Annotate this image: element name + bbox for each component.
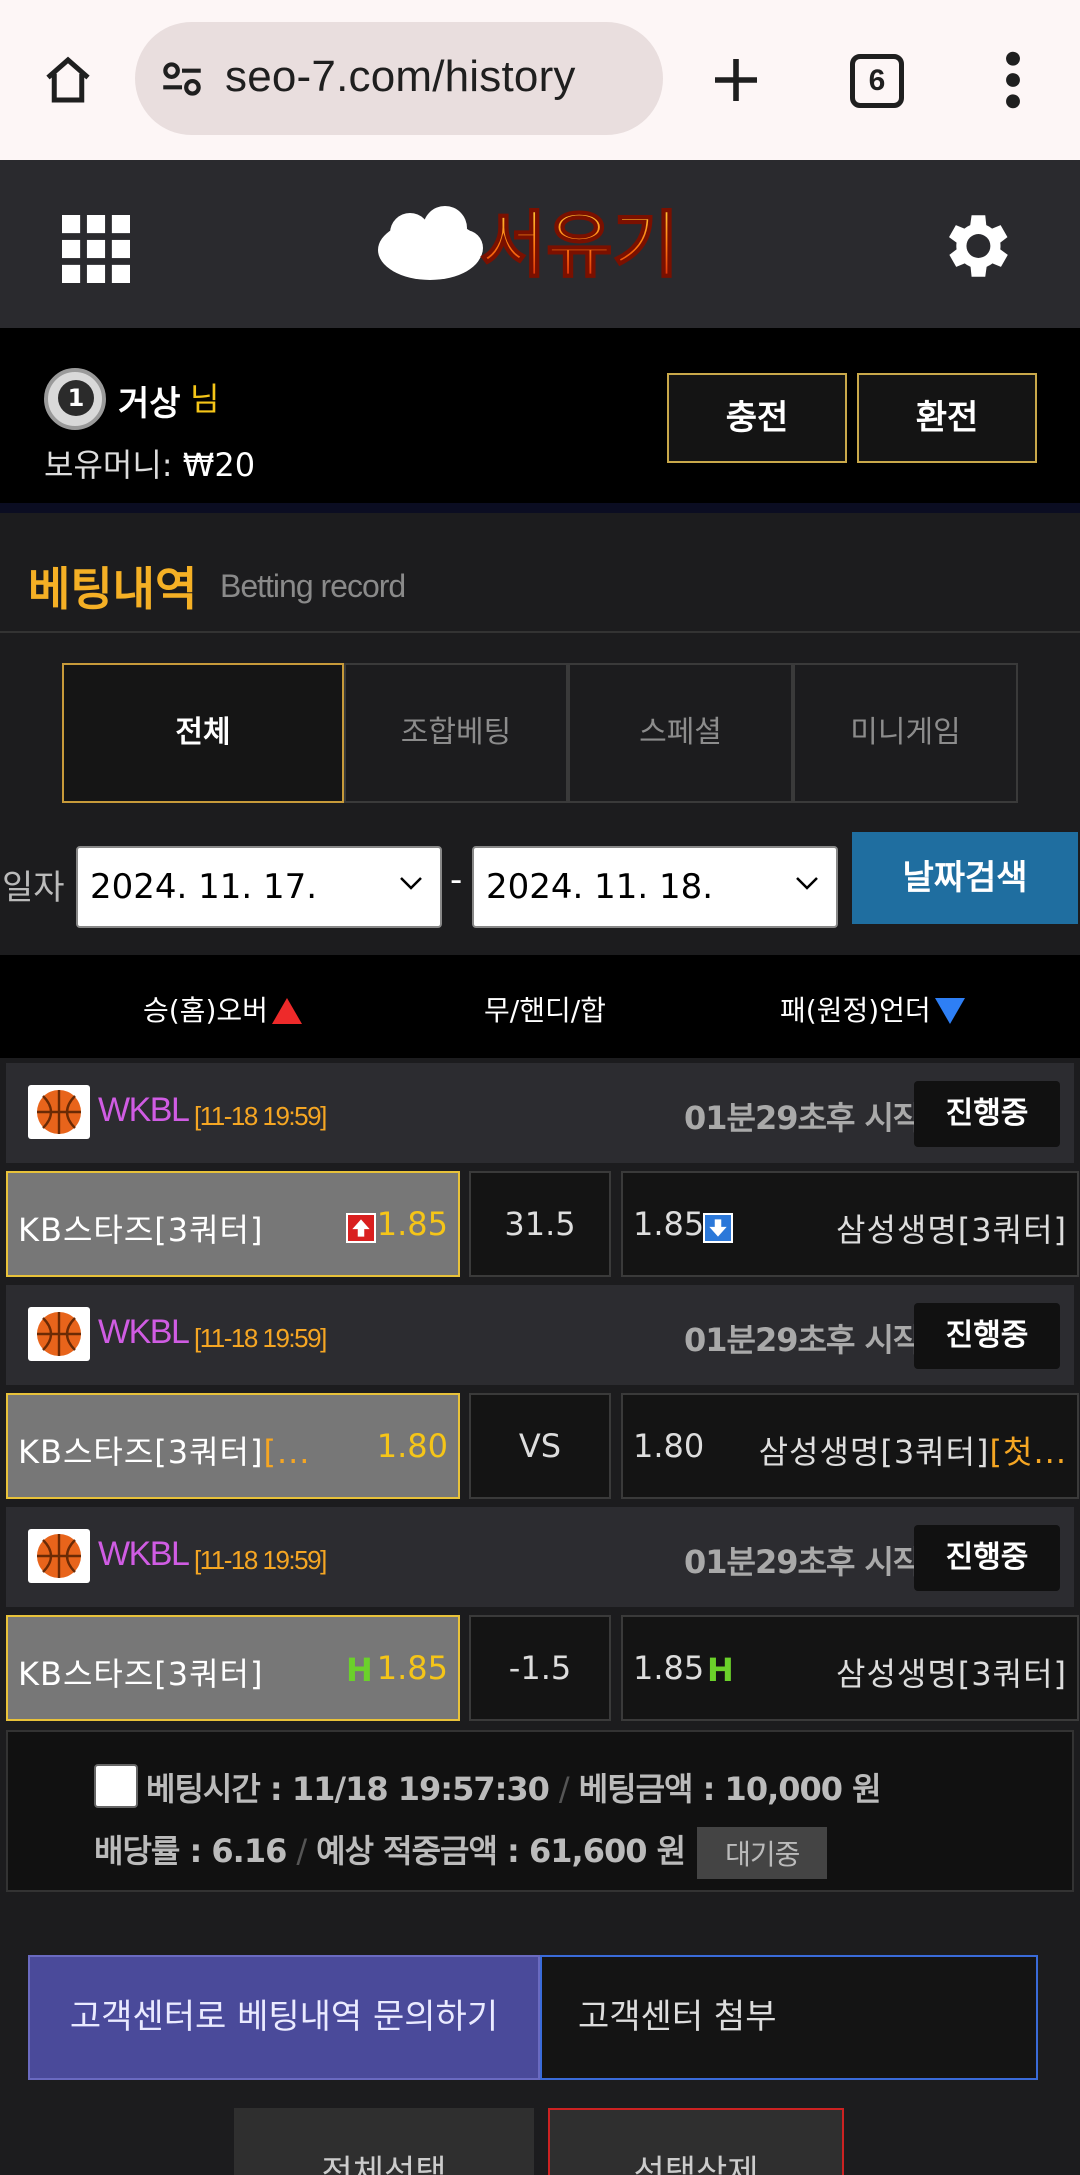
delete-selected-button[interactable]: 선택삭제	[548, 2108, 844, 2175]
tab-minigame[interactable]: 미니게임	[793, 663, 1018, 803]
charge-button[interactable]: 충전	[667, 373, 847, 463]
away-odds-cell[interactable]: 1.85 H 삼성생명[3쿼터]	[621, 1615, 1079, 1721]
date-to-select[interactable]: 2024. 11. 18.	[472, 846, 838, 928]
level-badge-icon: 1	[44, 368, 106, 430]
home-odds-cell[interactable]: KB스타즈[3쿼터] 1.85	[6, 1171, 460, 1277]
away-team: 삼성생명[3쿼터]	[836, 1211, 1067, 1249]
league-name: WKBL	[98, 1535, 190, 1573]
column-header: 승(홈)오버 무/핸디/합 패(원정)언더	[0, 955, 1080, 1058]
username: 거상	[118, 384, 181, 424]
status-badge: 진행중	[914, 1081, 1060, 1147]
exchange-button[interactable]: 환전	[857, 373, 1037, 463]
tab-special[interactable]: 스페셜	[568, 663, 793, 803]
address-bar[interactable]: seo-7.com/history	[135, 22, 663, 135]
summary-line-2: 배당률 : 6.16/예상 적중금액 : 61,600 원 대기중	[94, 1826, 828, 1879]
date-separator: -	[450, 860, 463, 900]
inquiry-button[interactable]: 고객센터로 베팅내역 문의하기	[28, 1955, 540, 2080]
line-value: VS	[469, 1393, 611, 1499]
home-icon[interactable]	[38, 50, 98, 110]
game-time: [11-18 19:59]	[194, 1545, 327, 1575]
page-subtitle: Betting record	[220, 568, 406, 604]
money-balance: 보유머니: ₩20	[44, 446, 256, 484]
summary-line-1: 베팅시간 : 11/18 19:57:30/베팅금액 : 10,000 원	[146, 1770, 882, 1808]
filter-tabs: 전체 조합베팅 스페셜 미니게임	[62, 663, 1018, 803]
line-value: 31.5	[469, 1171, 611, 1277]
up-triangle-icon	[271, 998, 302, 1024]
away-team: 삼성생명[3쿼터]	[836, 1655, 1067, 1693]
tab-switcher-button[interactable]: 6	[850, 54, 904, 108]
game-time: [11-18 19:59]	[194, 1101, 327, 1131]
date-label: 일자	[2, 868, 65, 908]
league-name: WKBL	[98, 1313, 190, 1351]
line-value: -1.5	[469, 1615, 611, 1721]
site-settings-icon[interactable]	[157, 54, 207, 104]
down-triangle-icon	[934, 998, 965, 1024]
away-odds: 1.85	[633, 1649, 705, 1687]
odds-row: KB스타즈[3쿼터] H 1.85 -1.5 1.85 H 삼성생명[3쿼터]	[6, 1615, 1079, 1721]
start-countdown: 01분29초후 시작	[684, 1099, 922, 1137]
settings-gear-icon[interactable]	[934, 205, 1016, 287]
away-odds: 1.80	[633, 1427, 705, 1465]
away-team: 삼성생명[3쿼터][첫...	[758, 1433, 1067, 1471]
start-countdown: 01분29초후 시작	[684, 1543, 922, 1581]
grid-menu-icon[interactable]	[62, 215, 130, 283]
date-search-button[interactable]: 날짜검색	[852, 832, 1078, 924]
home-team: KB스타즈[3쿼터]	[18, 1655, 264, 1693]
browser-toolbar: seo-7.com/history 6	[0, 0, 1080, 160]
handicap-icon: H	[707, 1651, 734, 1689]
date-filter: 일자 2024. 11. 17. - 2024. 11. 18. 날짜검색	[0, 830, 1080, 940]
status-badge: 진행중	[914, 1303, 1060, 1369]
basketball-icon	[28, 1529, 90, 1583]
over-arrow-icon	[346, 1213, 376, 1243]
attach-button[interactable]: 고객센터 첨부	[540, 1955, 1038, 2080]
home-odds-cell[interactable]: KB스타즈[3쿼터] H 1.85	[6, 1615, 460, 1721]
away-odds-cell[interactable]: 1.80 삼성생명[3쿼터][첫...	[621, 1393, 1079, 1499]
user-info-bar: 1 거상 님 보유머니: ₩20 충전 환전	[0, 328, 1080, 513]
home-team: KB스타즈[3쿼터]	[18, 1211, 264, 1249]
handicap-icon: H	[346, 1651, 373, 1689]
tab-all[interactable]: 전체	[62, 663, 344, 803]
page-title: 베팅내역	[28, 562, 198, 616]
date-from-select[interactable]: 2024. 11. 17.	[76, 846, 442, 928]
under-arrow-icon	[703, 1213, 733, 1243]
bet-summary: 베팅시간 : 11/18 19:57:30/베팅금액 : 10,000 원 배당…	[6, 1730, 1074, 1892]
url-text: seo-7.com/history	[225, 52, 576, 101]
more-options-icon[interactable]	[995, 48, 1031, 112]
game-header: WKBL [11-18 19:59] 01분29초후 시작 진행중	[6, 1285, 1074, 1385]
site-logo[interactable]: 서유기	[370, 188, 710, 300]
chevron-down-icon	[796, 877, 818, 890]
new-tab-icon[interactable]	[708, 52, 764, 108]
honorific: 님	[190, 380, 220, 418]
status-badge: 진행중	[914, 1525, 1060, 1591]
select-all-button[interactable]: 전체선택	[234, 2108, 534, 2175]
odds-row: KB스타즈[3쿼터] 1.85 31.5 1.85 삼성생명[3쿼터]	[6, 1171, 1079, 1277]
league-name: WKBL	[98, 1091, 190, 1129]
game-header: WKBL [11-18 19:59] 01분29초후 시작 진행중	[6, 1507, 1074, 1607]
away-odds: 1.85	[633, 1205, 705, 1243]
select-checkbox[interactable]	[94, 1764, 138, 1808]
start-countdown: 01분29초후 시작	[684, 1321, 922, 1359]
basketball-icon	[28, 1307, 90, 1361]
home-odds: 1.80	[376, 1427, 448, 1465]
game-header: WKBL [11-18 19:59] 01분29초후 시작 진행중	[6, 1063, 1074, 1163]
home-odds: 1.85	[376, 1649, 448, 1687]
tab-combo[interactable]: 조합베팅	[344, 663, 568, 803]
away-odds-cell[interactable]: 1.85 삼성생명[3쿼터]	[621, 1171, 1079, 1277]
home-odds-cell[interactable]: KB스타즈[3쿼터][... 1.80	[6, 1393, 460, 1499]
game-time: [11-18 19:59]	[194, 1323, 327, 1353]
pending-status-badge: 대기중	[697, 1827, 828, 1879]
odds-row: KB스타즈[3쿼터][... 1.80 VS 1.80 삼성생명[3쿼터][첫.…	[6, 1393, 1079, 1499]
home-odds: 1.85	[376, 1205, 448, 1243]
site-header: 서유기	[0, 160, 1080, 328]
col-away: 패(원정)언더	[780, 989, 965, 1029]
col-home: 승(홈)오버	[143, 989, 302, 1029]
col-draw: 무/핸디/합	[484, 994, 606, 1027]
page-title-bar: 베팅내역 Betting record	[0, 523, 1080, 633]
logo-text: 서유기	[480, 203, 679, 287]
home-team: KB스타즈[3쿼터][...	[18, 1433, 311, 1471]
chevron-down-icon	[400, 877, 422, 890]
basketball-icon	[28, 1085, 90, 1139]
